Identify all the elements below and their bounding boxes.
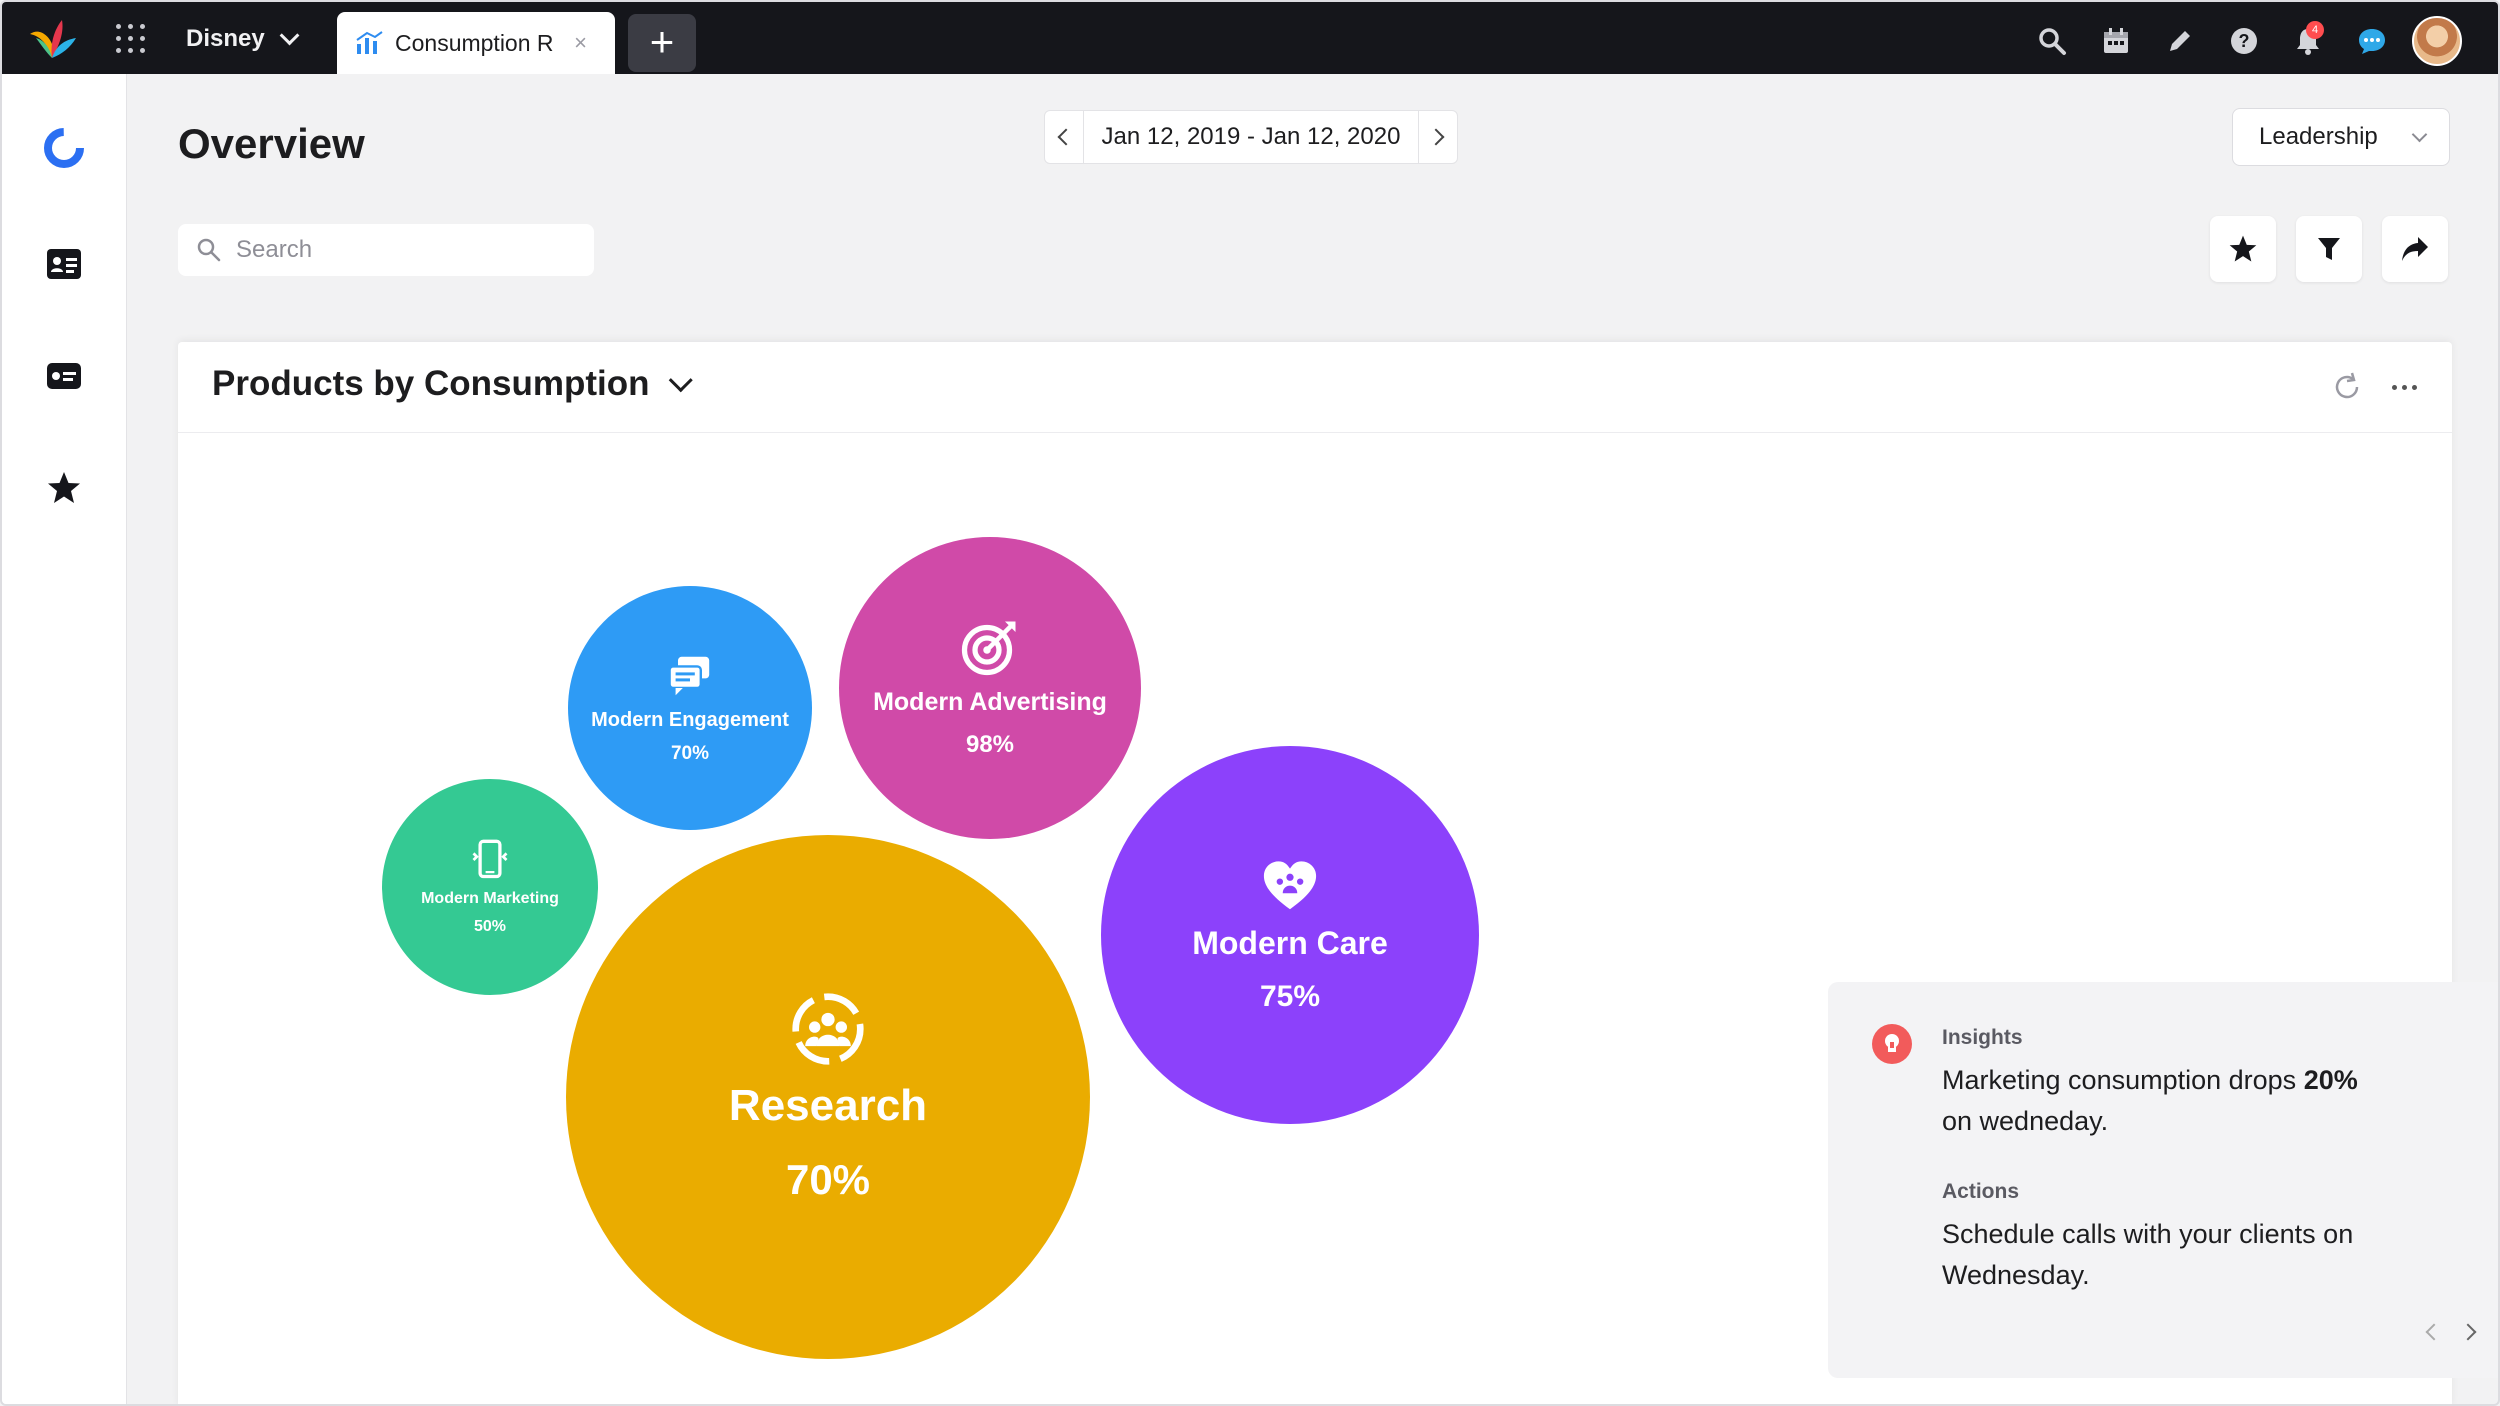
- bar-chart-icon: [356, 31, 383, 54]
- date-range-picker: Jan 12, 2019 - Jan 12, 2020: [1044, 110, 1458, 164]
- workspace-label: Disney: [186, 25, 265, 52]
- sprinklr-logo-icon[interactable]: [26, 14, 78, 62]
- mobile-icon: [468, 838, 512, 882]
- reports-icon[interactable]: [40, 124, 88, 172]
- chevron-down-icon: [279, 25, 300, 46]
- heart-icon: [1261, 857, 1319, 915]
- insights-text-highlight: 20%: [2303, 1065, 2358, 1095]
- id-card-icon[interactable]: [40, 352, 88, 400]
- card-header: Products by Consumption: [178, 342, 2452, 433]
- lightbulb-icon: [1872, 1024, 1912, 1064]
- new-tab-button[interactable]: +: [628, 14, 696, 72]
- actions-text: Schedule calls with your clients on Wedn…: [1942, 1219, 2354, 1290]
- bubble-value: 70%: [670, 742, 710, 764]
- app-window: Disney Consumption R × + ? 4 Overview Ja…: [0, 0, 2500, 1406]
- insights-panel: Insights Marketing consumption drops 20%…: [1828, 982, 2498, 1378]
- bubble-value: 98%: [965, 731, 1015, 758]
- refresh-icon[interactable]: [2330, 370, 2364, 404]
- help-icon[interactable]: ?: [2220, 19, 2268, 63]
- bubble-modern-care[interactable]: Modern Care 75%: [1101, 746, 1479, 1124]
- bubble-value: 50%: [473, 918, 507, 935]
- search-input[interactable]: Search: [178, 224, 594, 276]
- widget-card: Products by Consumption Modern Engagemen…: [178, 342, 2498, 1404]
- chevron-left-icon[interactable]: [2425, 1323, 2443, 1341]
- chevron-right-icon[interactable]: [2459, 1323, 2477, 1341]
- bubble-modern-engagement[interactable]: Modern Engagement 70%: [568, 586, 812, 830]
- chat-icon[interactable]: [2348, 19, 2396, 63]
- avatar[interactable]: [2412, 16, 2462, 66]
- bubble-label: Modern Advertising: [873, 688, 1107, 716]
- bubble-label: Research: [728, 1080, 928, 1130]
- insights-pager: [2425, 1323, 2477, 1341]
- notification-badge: 4: [2306, 21, 2324, 39]
- favorite-button[interactable]: [2210, 216, 2276, 282]
- bubble-label: Modern Engagement: [591, 708, 789, 731]
- insights-text-end: on wedneday.: [1942, 1106, 2109, 1136]
- actions-label: Actions: [1942, 1180, 2020, 1203]
- bubble-modern-advertising[interactable]: Modern Advertising 98%: [839, 537, 1141, 839]
- bubble-value: 75%: [1259, 979, 1321, 1013]
- page-title: Overview: [178, 120, 365, 167]
- share-icon: [2402, 237, 2428, 261]
- card-title: Products by Consumption: [212, 364, 650, 403]
- chevron-right-icon: [1427, 128, 1445, 146]
- filter-button[interactable]: [2296, 216, 2362, 282]
- insights-text: Marketing consumption drops 20% on wedne…: [1942, 1060, 2462, 1142]
- svg-text:?: ?: [2239, 31, 2250, 51]
- chat-icon: [666, 652, 714, 700]
- search-placeholder: Search: [236, 236, 313, 263]
- card-title-dropdown[interactable]: Products by Consumption: [212, 364, 693, 404]
- tab-label: Consumption R: [395, 29, 554, 56]
- date-range-label[interactable]: Jan 12, 2019 - Jan 12, 2020: [1084, 110, 1418, 164]
- people-icon: [790, 991, 866, 1067]
- share-button[interactable]: [2382, 216, 2448, 282]
- search-icon: [197, 238, 221, 262]
- chevron-down-icon: [2411, 126, 2428, 143]
- workspace-selector[interactable]: Disney: [186, 24, 300, 54]
- pencil-icon[interactable]: [2156, 19, 2204, 63]
- top-icon-bar: ? 4: [2028, 16, 2462, 66]
- chevron-down-icon: [668, 367, 693, 392]
- top-bar: Disney Consumption R × + ? 4: [2, 2, 2498, 74]
- contact-card-icon[interactable]: [40, 240, 88, 288]
- next-range-button[interactable]: [1418, 110, 1458, 164]
- view-select[interactable]: Leadership: [2232, 108, 2450, 166]
- star-icon: [2229, 235, 2257, 262]
- view-select-value: Leadership: [2259, 123, 2378, 150]
- bell-icon[interactable]: 4: [2284, 19, 2332, 63]
- bubble-value: 70%: [785, 1155, 871, 1203]
- insights-label: Insights: [1942, 1026, 2023, 1049]
- bubble-label: Modern Marketing: [421, 890, 559, 907]
- insights-text-start: Marketing consumption drops: [1942, 1065, 2304, 1095]
- left-sidebar: [2, 74, 127, 1404]
- filter-icon: [2318, 238, 2340, 260]
- chevron-left-icon: [1057, 128, 1075, 146]
- search-icon[interactable]: [2028, 19, 2076, 63]
- close-icon[interactable]: ×: [574, 30, 587, 56]
- calendar-icon[interactable]: [2092, 19, 2140, 63]
- bubble-label: Modern Care: [1192, 924, 1388, 961]
- star-icon[interactable]: [40, 464, 88, 512]
- previous-range-button[interactable]: [1044, 110, 1084, 164]
- target-icon: [960, 617, 1020, 677]
- more-options-icon[interactable]: [2386, 370, 2422, 404]
- bubble-research[interactable]: Research 70%: [566, 835, 1090, 1359]
- tab-consumption-report[interactable]: Consumption R ×: [337, 12, 615, 74]
- bubble-modern-marketing[interactable]: Modern Marketing 50%: [382, 779, 598, 995]
- app-launcher-icon[interactable]: [114, 22, 148, 56]
